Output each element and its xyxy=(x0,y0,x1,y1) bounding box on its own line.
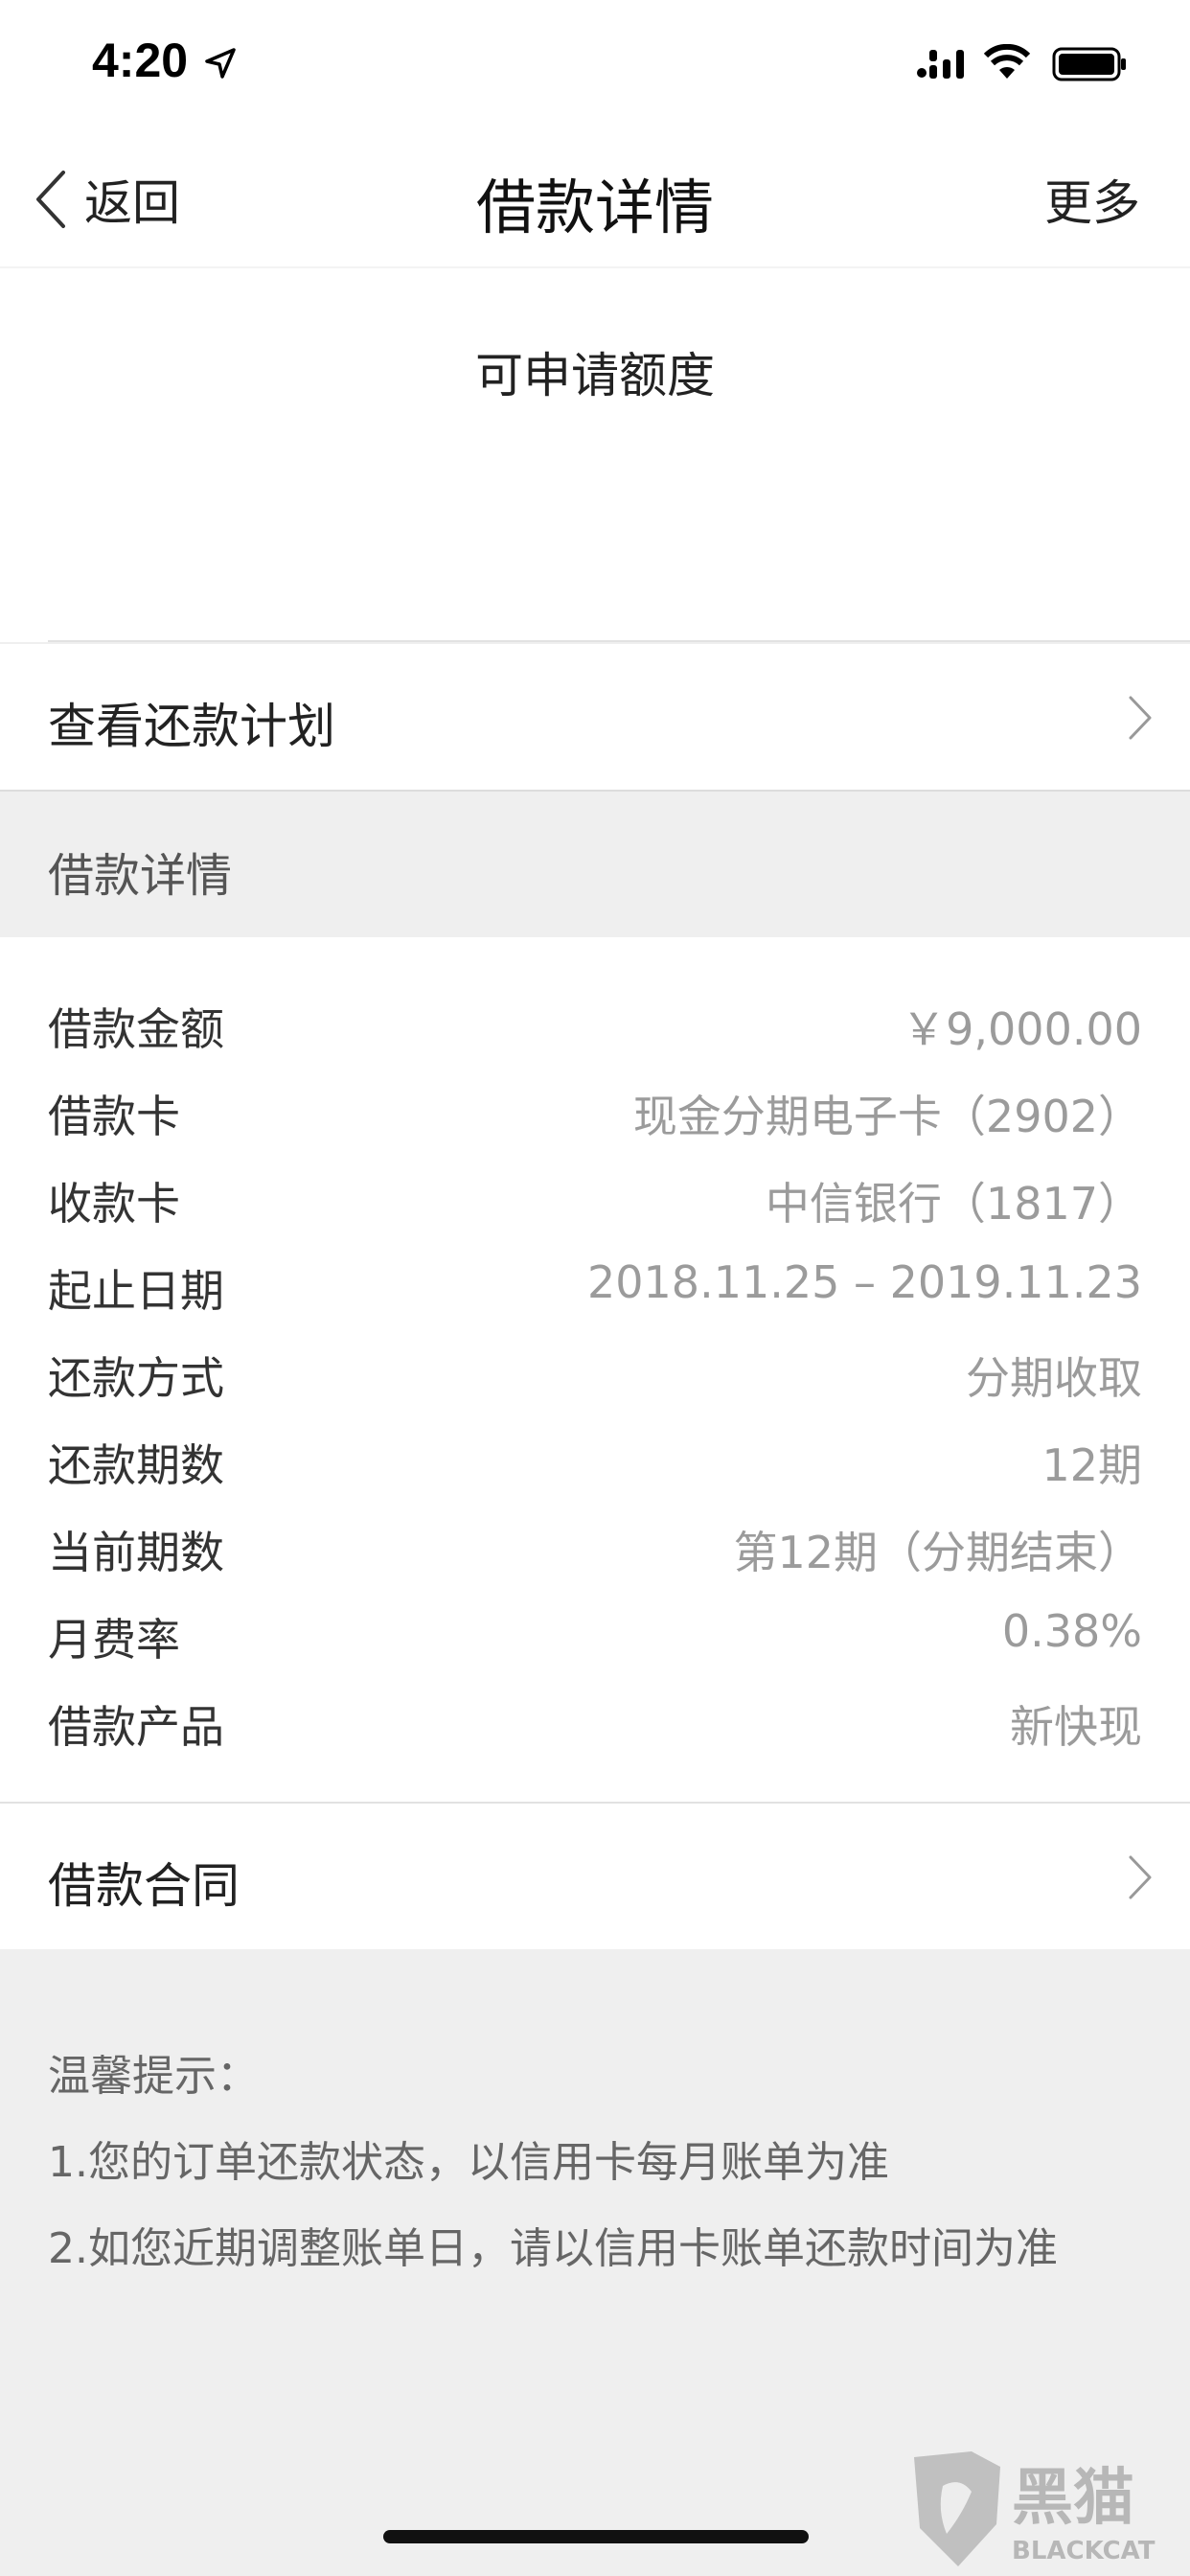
loan-contract-row[interactable]: 借款合同 xyxy=(0,1804,1190,1949)
location-arrow-icon xyxy=(205,48,236,79)
more-button[interactable]: 更多 xyxy=(1044,165,1140,234)
detail-row-loan-product: 借款产品 新快现 xyxy=(0,1685,1190,1761)
repayment-plan-label: 查看还款计划 xyxy=(48,699,335,754)
detail-label: 起止日期 xyxy=(48,1265,224,1317)
detail-label: 收款卡 xyxy=(48,1178,180,1230)
repayment-plan-row[interactable]: 查看还款计划 xyxy=(0,644,1190,792)
divider xyxy=(48,640,1190,642)
detail-row-receiving-card: 收款卡 中信银行（1817） xyxy=(0,1162,1190,1238)
section-header-label: 借款详情 xyxy=(48,849,233,903)
detail-value: ￥9,000.00 xyxy=(902,1003,1142,1055)
detail-value: 0.38% xyxy=(1001,1605,1142,1657)
credit-section: 可申请额度 xyxy=(0,268,1190,642)
tip-line-1: 1.您的订单还款状态，以信用卡每月账单为准 xyxy=(48,2138,889,2187)
detail-value: 新快现 xyxy=(1010,1701,1142,1753)
loan-details-screen: 4:20 返回 借款详情 更多 可申请额度 查看还款计划 借款详情 借款金额 ￥… xyxy=(0,0,1190,2576)
svg-text:BLACKCAT: BLACKCAT xyxy=(1012,2537,1156,2565)
detail-label: 月费率 xyxy=(48,1614,180,1666)
detail-label: 借款产品 xyxy=(48,1701,224,1753)
svg-text:黑猫: 黑猫 xyxy=(1012,2463,1134,2534)
detail-value: 第12期（分期结束） xyxy=(733,1527,1142,1578)
chevron-right-icon xyxy=(1129,696,1152,740)
navigation-bar: 返回 借款详情 更多 xyxy=(0,126,1190,268)
battery-icon xyxy=(1052,47,1126,81)
page-title: 借款详情 xyxy=(475,172,714,242)
section-header: 借款详情 xyxy=(0,792,1190,937)
status-bar: 4:20 xyxy=(0,0,1190,126)
wifi-icon xyxy=(983,44,1031,79)
detail-row-date-range: 起止日期 2018.11.25 – 2019.11.23 xyxy=(0,1249,1190,1325)
detail-value: 2018.11.25 – 2019.11.23 xyxy=(587,1256,1142,1308)
tips-title: 温馨提示： xyxy=(48,2052,259,2101)
detail-value: 12期 xyxy=(1041,1439,1142,1491)
detail-row-monthly-rate: 月费率 0.38% xyxy=(0,1598,1190,1674)
detail-row-loan-amount: 借款金额 ￥9,000.00 xyxy=(0,987,1190,1064)
detail-row-repayment-method: 还款方式 分期收取 xyxy=(0,1336,1190,1413)
loan-details-list: 借款金额 ￥9,000.00 借款卡 现金分期电子卡（2902） 收款卡 中信银… xyxy=(0,937,1190,1804)
available-credit-label: 可申请额度 xyxy=(475,348,715,403)
detail-row-loan-card: 借款卡 现金分期电子卡（2902） xyxy=(0,1074,1190,1151)
chevron-right-icon xyxy=(1129,1855,1152,1899)
loan-contract-label: 借款合同 xyxy=(48,1858,240,1914)
detail-row-current-installment: 当前期数 第12期（分期结束） xyxy=(0,1510,1190,1587)
detail-label: 当前期数 xyxy=(48,1527,224,1578)
detail-label: 借款金额 xyxy=(48,1003,224,1055)
blackcat-watermark-logo: 黑猫 BLACKCAT xyxy=(914,2451,1156,2566)
detail-value: 现金分期电子卡（2902） xyxy=(632,1091,1142,1142)
detail-value: 分期收取 xyxy=(966,1352,1142,1404)
tip-line-2: 2.如您近期调整账单日，请以信用卡账单还款时间为准 xyxy=(48,2224,1058,2273)
detail-row-installments: 还款期数 12期 xyxy=(0,1423,1190,1500)
detail-label: 还款期数 xyxy=(48,1439,224,1491)
home-indicator[interactable] xyxy=(383,2530,809,2543)
detail-value: 中信银行（1817） xyxy=(765,1178,1142,1230)
detail-label: 借款卡 xyxy=(48,1091,180,1142)
detail-label: 还款方式 xyxy=(48,1352,224,1404)
status-time: 4:20 xyxy=(92,34,189,87)
cellular-signal-icon xyxy=(917,50,964,79)
